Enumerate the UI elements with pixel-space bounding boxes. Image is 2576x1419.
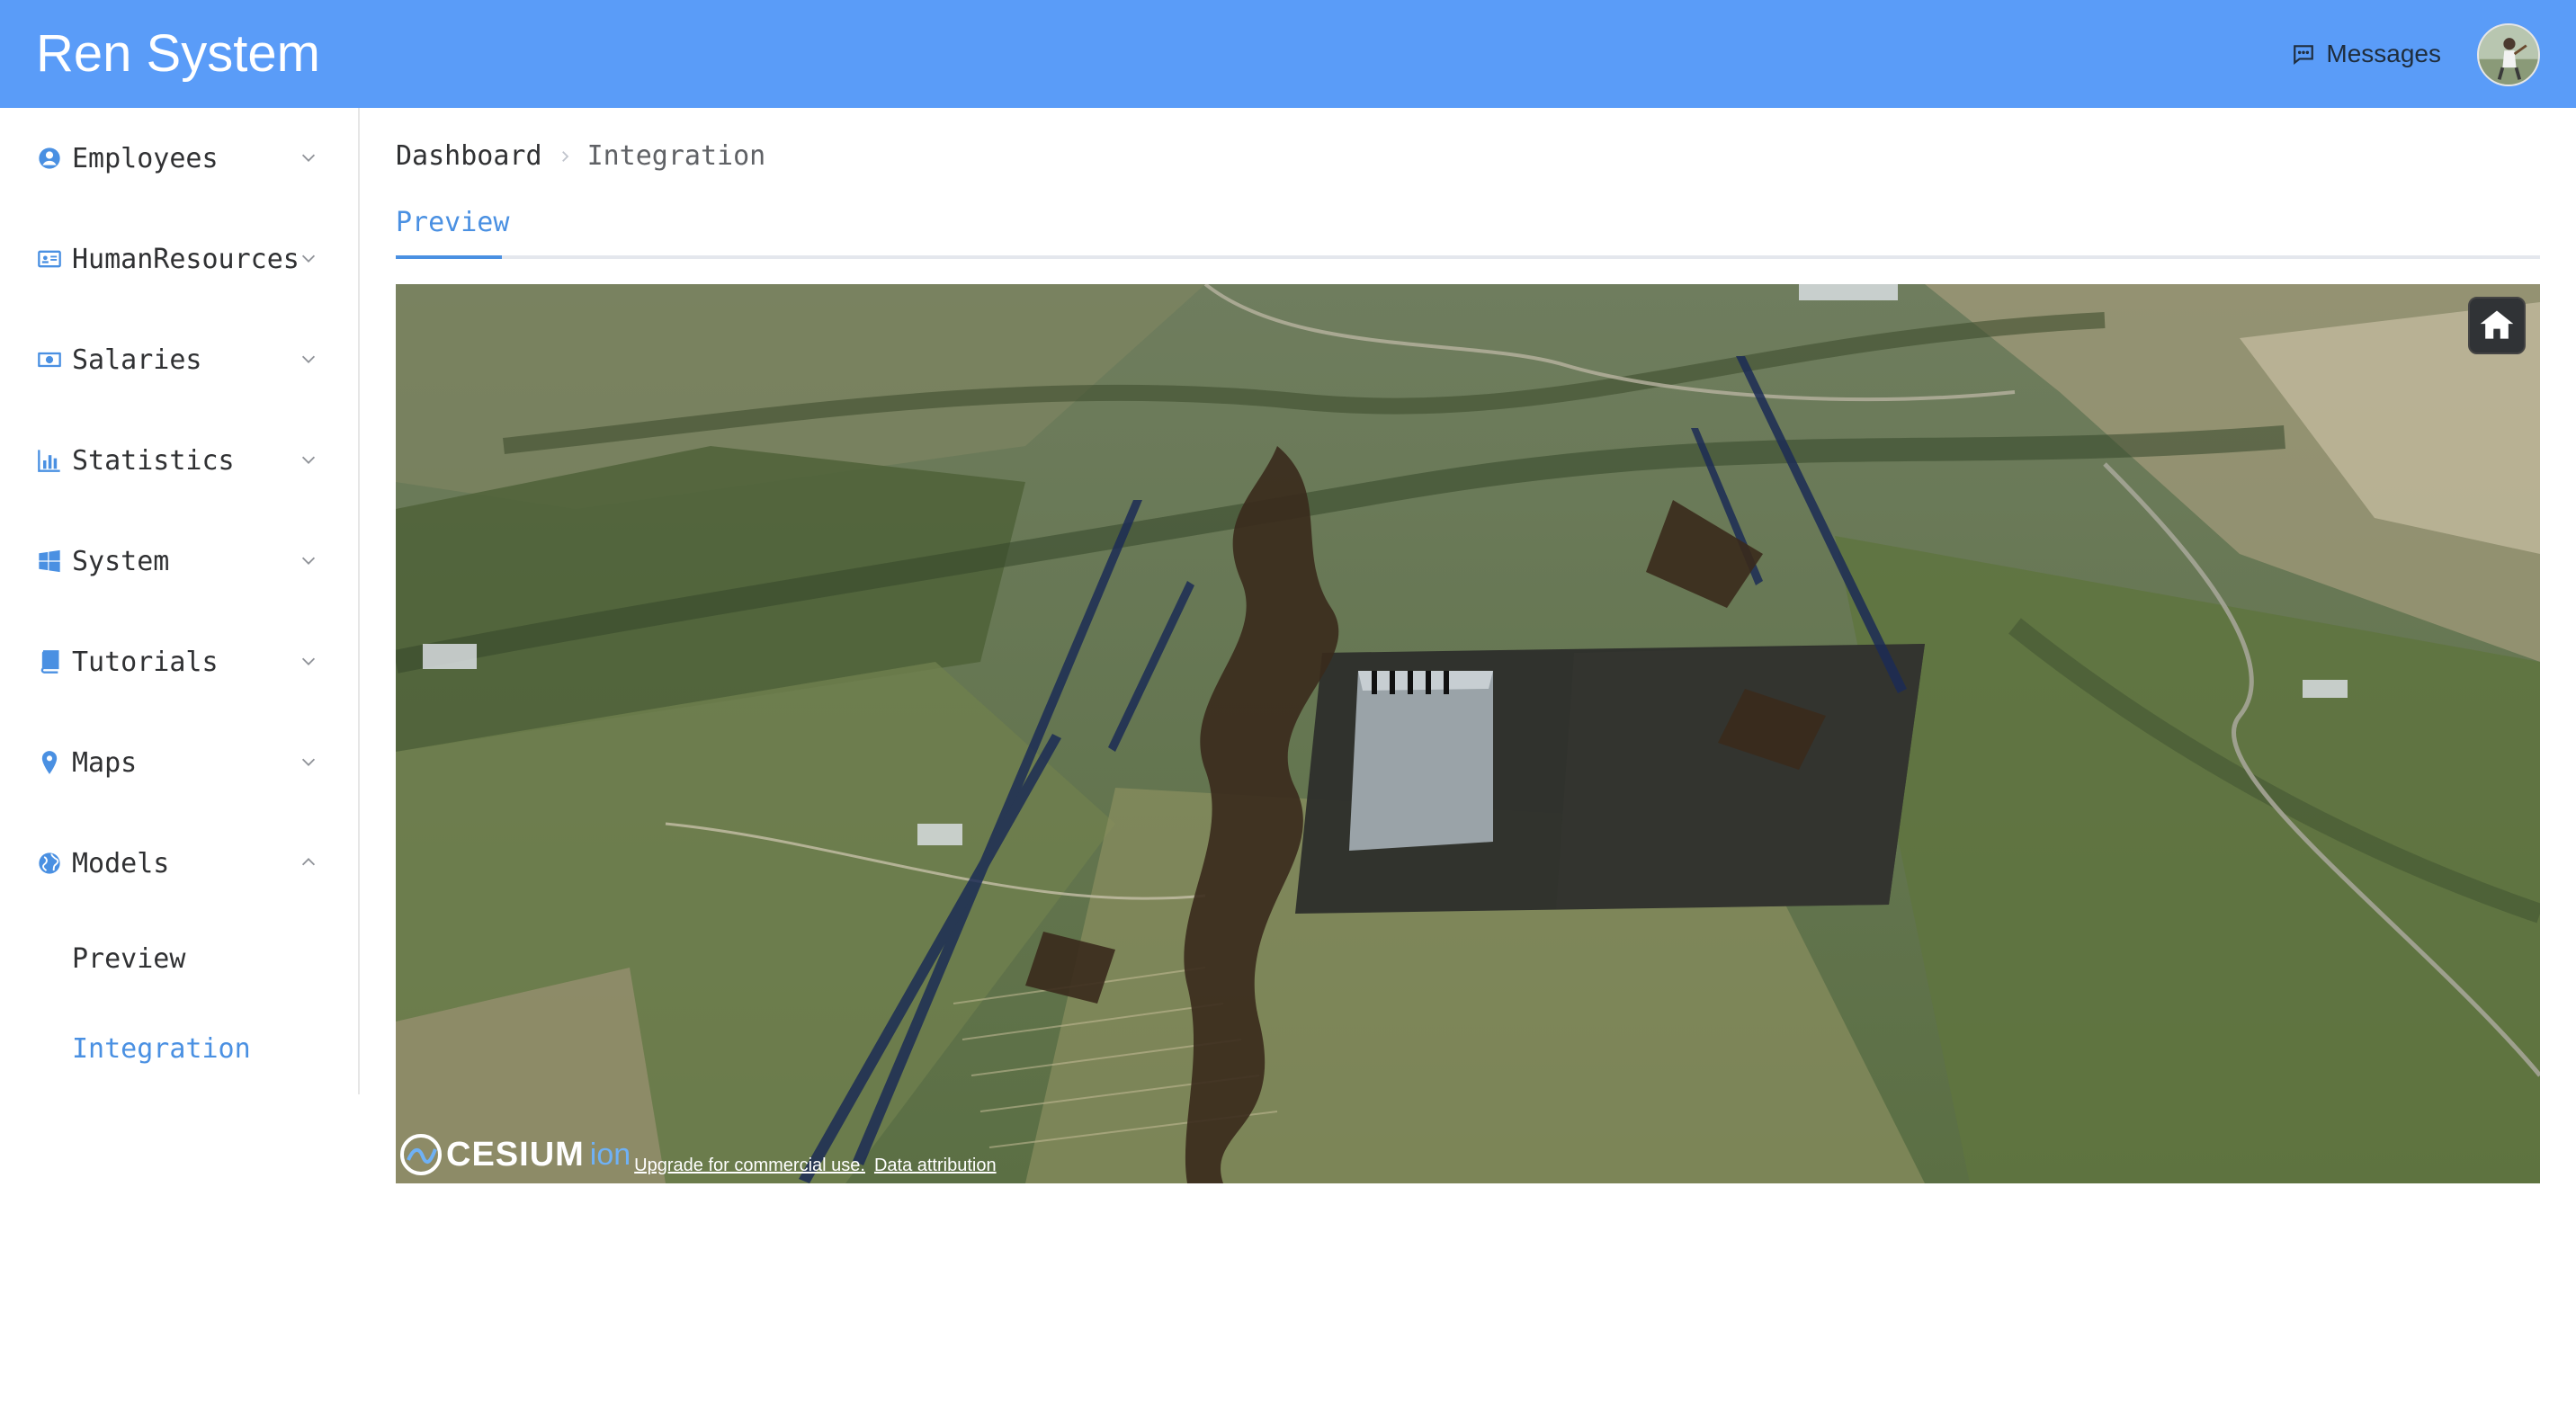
breadcrumb-dashboard[interactable]: Dashboard [396, 135, 542, 178]
sidebar-item-label: HumanResources [72, 243, 300, 275]
app-title: Ren System [36, 24, 320, 83]
location-pin-icon [36, 749, 63, 776]
data-attribution-link[interactable]: Data attribution [874, 1156, 997, 1176]
terrain-scene[interactable] [396, 284, 2540, 1183]
chevron-right-icon [557, 148, 573, 165]
sidebar-item-label: Tutorials [72, 646, 219, 678]
chevron-down-icon [299, 147, 318, 167]
cesium-logo-icon [400, 1134, 442, 1175]
sidebar-item-models[interactable]: Models [0, 813, 358, 914]
sidebar-item-tutorials[interactable]: Tutorials [0, 611, 358, 712]
tab-bar: Preview [396, 198, 2540, 259]
avatar[interactable] [2477, 23, 2540, 86]
messages-label: Messages [2326, 40, 2441, 67]
sidebar-item-employees[interactable]: Employees [0, 108, 358, 209]
cesium-logo[interactable]: CESIUM ion [399, 1131, 631, 1178]
home-button[interactable] [2468, 297, 2526, 354]
chat-icon [2292, 42, 2315, 66]
chevron-down-icon [299, 450, 318, 469]
tab-active-indicator [396, 255, 502, 259]
submenu-item-integration[interactable]: Integration [0, 1004, 358, 1093]
tab-preview[interactable]: Preview [396, 205, 509, 241]
home-icon [2480, 310, 2514, 339]
top-header: Ren System Messages [0, 0, 2576, 108]
breadcrumb-integration: Integration [586, 140, 766, 172]
sidebar-item-salaries[interactable]: Salaries [0, 309, 358, 410]
sidebar-item-label: Maps [72, 746, 138, 779]
sidebar-item-label: Statistics [72, 444, 235, 477]
cesium-credits: CESIUM ion Upgrade for commercial use. D… [399, 1131, 997, 1178]
user-circle-icon [36, 145, 63, 172]
sidebar-item-humanresources[interactable]: HumanResources [0, 209, 358, 309]
submenu-item-preview[interactable]: Preview [0, 914, 358, 1004]
breadcrumb: Dashboard Integration [396, 135, 765, 178]
chevron-down-icon [299, 651, 318, 671]
book-icon [36, 648, 63, 675]
sidebar-item-label: Salaries [72, 344, 202, 376]
sidebar-menu: Employees HumanResources Salaries Statis… [0, 108, 360, 1094]
sidebar-item-label: System [72, 545, 170, 577]
cesium-wordmark: CESIUM [446, 1135, 585, 1174]
globe-icon [36, 850, 63, 877]
chevron-down-icon [299, 550, 318, 570]
chevron-down-icon [299, 349, 318, 369]
sidebar-item-statistics[interactable]: Statistics [0, 410, 358, 511]
ion-wordmark: ion [589, 1137, 631, 1172]
upgrade-link[interactable]: Upgrade for commercial use. [634, 1156, 865, 1176]
sidebar-item-maps[interactable]: Maps [0, 712, 358, 813]
chevron-down-icon [299, 752, 318, 772]
money-icon [36, 346, 63, 373]
id-card-icon [36, 245, 63, 272]
cesium-viewer[interactable]: CESIUM ion Upgrade for commercial use. D… [396, 284, 2540, 1183]
bar-chart-icon [36, 447, 63, 474]
sidebar-item-label: Models [72, 847, 170, 879]
messages-button[interactable]: Messages [2292, 36, 2441, 72]
chevron-down-icon [299, 248, 318, 268]
chevron-up-icon [299, 852, 318, 872]
sidebar-item-label: Employees [72, 142, 219, 174]
sidebar-item-system[interactable]: System [0, 511, 358, 611]
windows-icon [36, 548, 63, 575]
